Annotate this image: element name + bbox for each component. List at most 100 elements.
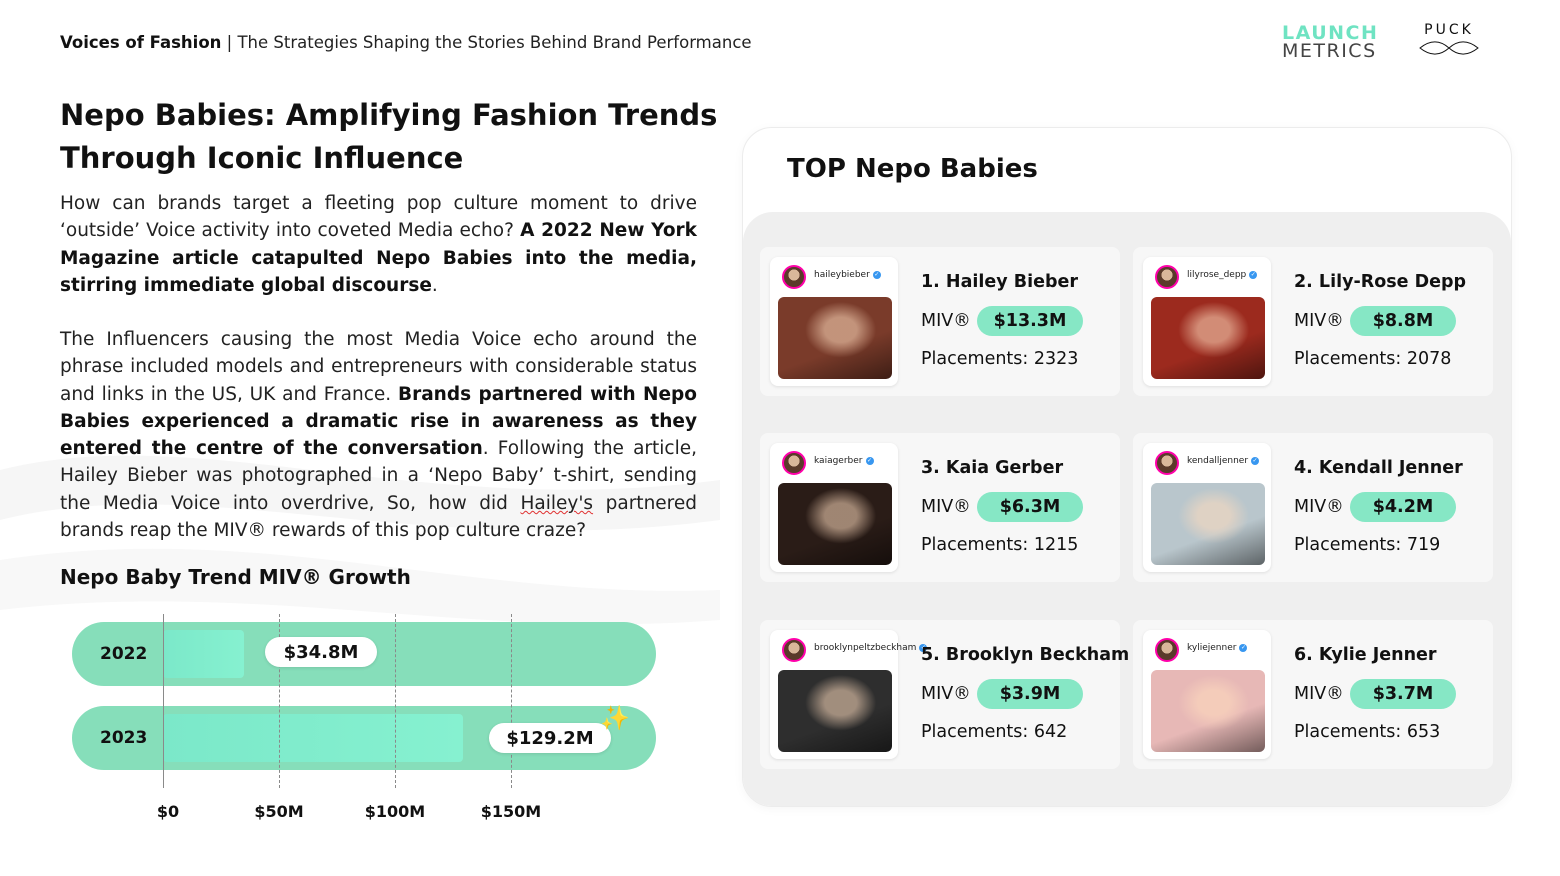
miv-growth-chart: 2022 2023 $0 $50M $100M $150M $34.8M $129.2M ✨: [60, 610, 680, 830]
x-tick-label: $100M: [364, 802, 426, 821]
influencer-name: 5. Brooklyn Beckham: [921, 645, 1130, 665]
data-label-2023: $129.2M: [489, 723, 611, 753]
handle-text: haileybieber: [814, 270, 870, 280]
miv-label: MIV®: [921, 497, 971, 517]
influencer-card: kaiagerber ✓ 3. Kaia Gerber MIV® $6.3M Placem…: [760, 433, 1120, 582]
verified-badge-icon: ✓: [1249, 270, 1258, 279]
spellcheck-word: Hailey's: [520, 492, 594, 514]
header-separator: |: [221, 33, 238, 52]
avatar: [1155, 451, 1179, 475]
influencer-card: haileybieber ✓ 1. Hailey Bieber MIV® $13.3M P…: [760, 247, 1120, 396]
handle-text: kyliejenner: [1187, 643, 1237, 653]
panel-title: TOP Nepo Babies: [787, 154, 1038, 184]
post-photo: [778, 483, 892, 565]
influencer-card: kendalljenner ✓ 4. Kendall Jenner MIV® $4.2M…: [1133, 433, 1493, 582]
avatar: [782, 265, 806, 289]
influencer-card: brooklynpeltzbeckham ✓ 5. Brooklyn Beckham…: [760, 620, 1129, 769]
instagram-post-thumbnail[interactable]: kendalljenner ✓: [1143, 443, 1271, 572]
page-title-line2: Through Iconic Influence: [60, 141, 464, 175]
influencer-name: 3. Kaia Gerber: [921, 458, 1064, 478]
placements-count: Placements: 1215: [921, 535, 1079, 555]
data-label-2022: $34.8M: [265, 637, 377, 667]
influencer-name: 2. Lily-Rose Depp: [1294, 272, 1467, 292]
instagram-handle: lilyrose_depp ✓: [1187, 270, 1258, 280]
influencer-name: 4. Kendall Jenner: [1294, 458, 1463, 478]
placements-count: Placements: 2078: [1294, 349, 1452, 369]
sparkle-icon: ✨: [600, 704, 630, 732]
influencer-grid: haileybieber ✓ 1. Hailey Bieber MIV® $13.3M P…: [743, 212, 1511, 806]
miv-value: $8.8M: [1350, 306, 1456, 336]
miv-label: MIV®: [1294, 311, 1344, 331]
influencers-paragraph: The Influencers causing the most Media V…: [60, 326, 697, 544]
influencer-card: kyliejenner ✓ 6. Kylie Jenner MIV® $3.7M Plac…: [1133, 620, 1493, 769]
miv-value: $6.3M: [977, 492, 1083, 522]
post-photo: [1151, 483, 1265, 565]
miv-label: MIV®: [1294, 497, 1344, 517]
instagram-post-thumbnail[interactable]: haileybieber ✓: [770, 257, 898, 386]
miv-label: MIV®: [1294, 684, 1344, 704]
category-label-2022: 2022: [100, 644, 148, 664]
instagram-post-thumbnail[interactable]: kaiagerber ✓: [770, 443, 898, 572]
report-subtitle: The Strategies Shaping the Stories Behin…: [237, 33, 752, 52]
handle-text: kaiagerber: [814, 456, 863, 466]
instagram-handle: kendalljenner ✓: [1187, 456, 1260, 466]
x-tick-label: $50M: [254, 802, 304, 821]
report-brand: Voices of Fashion: [60, 33, 222, 52]
miv-value: $4.2M: [1350, 492, 1456, 522]
launchmetrics-logo-line2: METRICS: [1282, 40, 1377, 62]
verified-badge-icon: ✓: [865, 456, 874, 465]
x-tick-label: $0: [156, 802, 180, 821]
miv-label: MIV®: [921, 311, 971, 331]
bar-2023: [163, 714, 463, 762]
verified-badge-icon: ✓: [1251, 456, 1260, 465]
instagram-post-thumbnail[interactable]: lilyrose_depp ✓: [1143, 257, 1271, 386]
top-nepo-babies-panel: TOP Nepo Babies haileybieber ✓ 1. Hailey B…: [742, 127, 1512, 807]
post-photo: [778, 670, 892, 752]
post-photo: [1151, 670, 1265, 752]
report-header: Voices of Fashion | The Strategies Shapi…: [60, 33, 752, 52]
avatar: [782, 451, 806, 475]
intro-text-2: .: [431, 274, 438, 296]
instagram-handle: kaiagerber ✓: [814, 456, 874, 466]
gridline-150: [511, 614, 512, 788]
influencer-card: lilyrose_depp ✓ 2. Lily-Rose Depp MIV® $8.8M…: [1133, 247, 1493, 396]
influencer-name: 1. Hailey Bieber: [921, 272, 1078, 292]
avatar: [1155, 265, 1179, 289]
page-title: Nepo Babies: Amplifying Fashion Trends T…: [60, 94, 720, 180]
influencer-name: 6. Kylie Jenner: [1294, 645, 1437, 665]
intro-paragraph: How can brands target a fleeting pop cul…: [60, 190, 697, 299]
avatar: [1155, 638, 1179, 662]
verified-badge-icon: ✓: [1239, 643, 1248, 652]
instagram-handle: kyliejenner ✓: [1187, 643, 1248, 653]
instagram-handle: brooklynpeltzbeckham ✓: [814, 643, 928, 653]
miv-label: MIV®: [921, 684, 971, 704]
placements-count: Placements: 653: [1294, 722, 1441, 742]
x-tick-label: $150M: [480, 802, 542, 821]
handle-text: brooklynpeltzbeckham: [814, 643, 917, 653]
miv-value: $3.9M: [977, 679, 1083, 709]
puck-logo: PUCK: [1406, 22, 1492, 62]
page-title-line1: Nepo Babies: Amplifying Fashion Trends: [60, 98, 718, 132]
handle-text: kendalljenner: [1187, 456, 1249, 466]
launchmetrics-logo: LAUNCH METRICS: [1282, 24, 1378, 62]
miv-value: $13.3M: [977, 306, 1083, 336]
gridline-100: [395, 614, 396, 788]
avatar: [782, 638, 806, 662]
miv-value: $3.7M: [1350, 679, 1456, 709]
instagram-post-thumbnail[interactable]: kyliejenner ✓: [1143, 630, 1271, 759]
gridline-0: [163, 614, 164, 788]
category-label-2023: 2023: [100, 728, 148, 748]
puck-logo-word: PUCK: [1424, 22, 1474, 38]
post-photo: [778, 297, 892, 379]
placements-count: Placements: 642: [921, 722, 1068, 742]
puck-logo-mark: [1419, 41, 1479, 55]
bar-2022: [163, 630, 244, 678]
handle-text: lilyrose_depp: [1187, 270, 1247, 280]
placements-count: Placements: 2323: [921, 349, 1079, 369]
instagram-post-thumbnail[interactable]: brooklynpeltzbeckham ✓: [770, 630, 928, 759]
verified-badge-icon: ✓: [872, 270, 881, 279]
post-photo: [1151, 297, 1265, 379]
instagram-handle: haileybieber ✓: [814, 270, 881, 280]
chart-title: Nepo Baby Trend MIV® Growth: [60, 565, 411, 589]
placements-count: Placements: 719: [1294, 535, 1441, 555]
